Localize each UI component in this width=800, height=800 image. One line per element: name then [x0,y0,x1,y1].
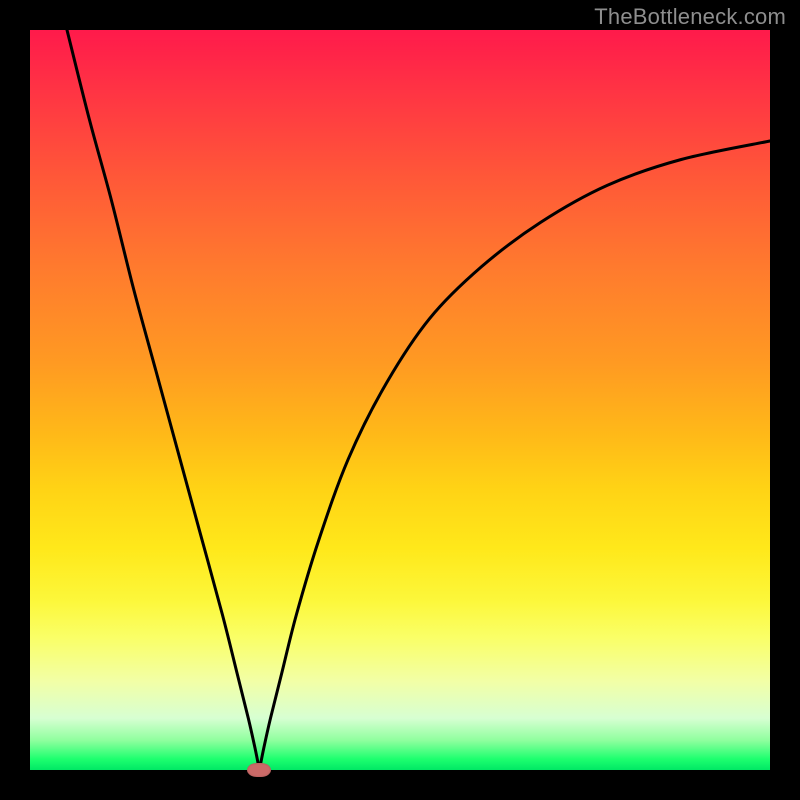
plot-area [30,30,770,770]
bottleneck-curve [30,30,770,770]
curve-left-branch [67,30,259,770]
optimum-marker [247,763,271,777]
curve-right-branch [259,141,770,770]
chart-frame: TheBottleneck.com [0,0,800,800]
watermark-text: TheBottleneck.com [594,4,786,30]
